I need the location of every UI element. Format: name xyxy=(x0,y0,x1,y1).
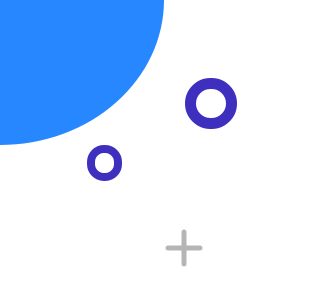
large-purple-ring-shape xyxy=(185,78,237,129)
small-purple-ring-shape xyxy=(87,145,122,181)
blue-quarter-circle-shape xyxy=(0,0,164,145)
plus-icon xyxy=(165,229,203,267)
scene-canvas xyxy=(0,0,237,267)
